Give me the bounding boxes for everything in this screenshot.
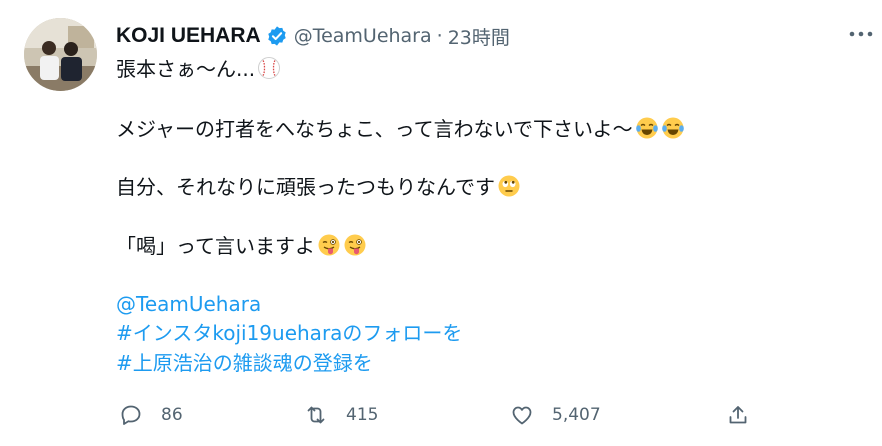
reply-count: 86	[161, 405, 183, 425]
tweet-line-2: メジャーの打者をへなちょこ、って言わないで下さいよ〜	[116, 114, 685, 144]
more-options-icon[interactable]	[846, 22, 876, 46]
avatar[interactable]	[24, 18, 97, 91]
mention-link[interactable]: @TeamUehara	[116, 289, 261, 319]
face-with-tears-of-joy-icon	[661, 116, 685, 140]
winking-face-with-tongue-icon	[317, 233, 341, 257]
avatar-photo	[24, 18, 97, 91]
tweet-line-2-text: メジャーの打者をへなちょこ、って言わないで下さいよ〜	[116, 117, 633, 141]
share-button[interactable]	[726, 398, 750, 432]
share-icon	[729, 406, 747, 424]
hashtag-link-instagram[interactable]: #インスタkoji19ueharaのフォローを	[116, 318, 462, 348]
author-handle[interactable]: @TeamUehara	[294, 25, 432, 47]
tweet-line-4: 「喝」って言いますよ	[116, 231, 367, 261]
heart-icon	[512, 406, 532, 425]
face-with-rolling-eyes-icon	[497, 174, 521, 198]
tweet-header: KOJI UEHARA @TeamUehara · 23時間	[116, 22, 510, 50]
winking-face-with-tongue-icon	[343, 233, 367, 257]
verified-badge-icon	[266, 25, 288, 47]
like-count: 5,407	[552, 405, 601, 425]
tweet-line-1: 張本さぁ〜ん...	[116, 54, 281, 84]
retweet-button[interactable]: 415	[304, 398, 378, 432]
header-separator: ·	[436, 25, 443, 47]
tweet-line-3-text: 自分、それなりに頑張ったつもりなんです	[116, 175, 495, 199]
tweet-line-1-text: 張本さぁ〜ん...	[116, 57, 256, 81]
hashtag-link-youtube[interactable]: #上原浩治の雑談魂の登録を	[116, 348, 373, 378]
reply-button[interactable]: 86	[119, 398, 183, 432]
retweet-count: 415	[346, 405, 379, 425]
tweet-line-3: 自分、それなりに頑張ったつもりなんです	[116, 172, 521, 202]
tweet-line-4-text: 「喝」って言いますよ	[116, 234, 315, 258]
like-button[interactable]: 5,407	[510, 398, 601, 432]
tweet-timestamp[interactable]: 23時間	[448, 23, 510, 50]
reply-icon	[121, 405, 141, 425]
retweet-icon	[307, 406, 325, 424]
baseball-icon	[257, 56, 281, 80]
face-with-tears-of-joy-icon	[635, 116, 659, 140]
author-name[interactable]: KOJI UEHARA	[116, 24, 261, 48]
tweet[interactable]: KOJI UEHARA @TeamUehara · 23時間 張本さぁ〜ん...	[0, 0, 882, 446]
